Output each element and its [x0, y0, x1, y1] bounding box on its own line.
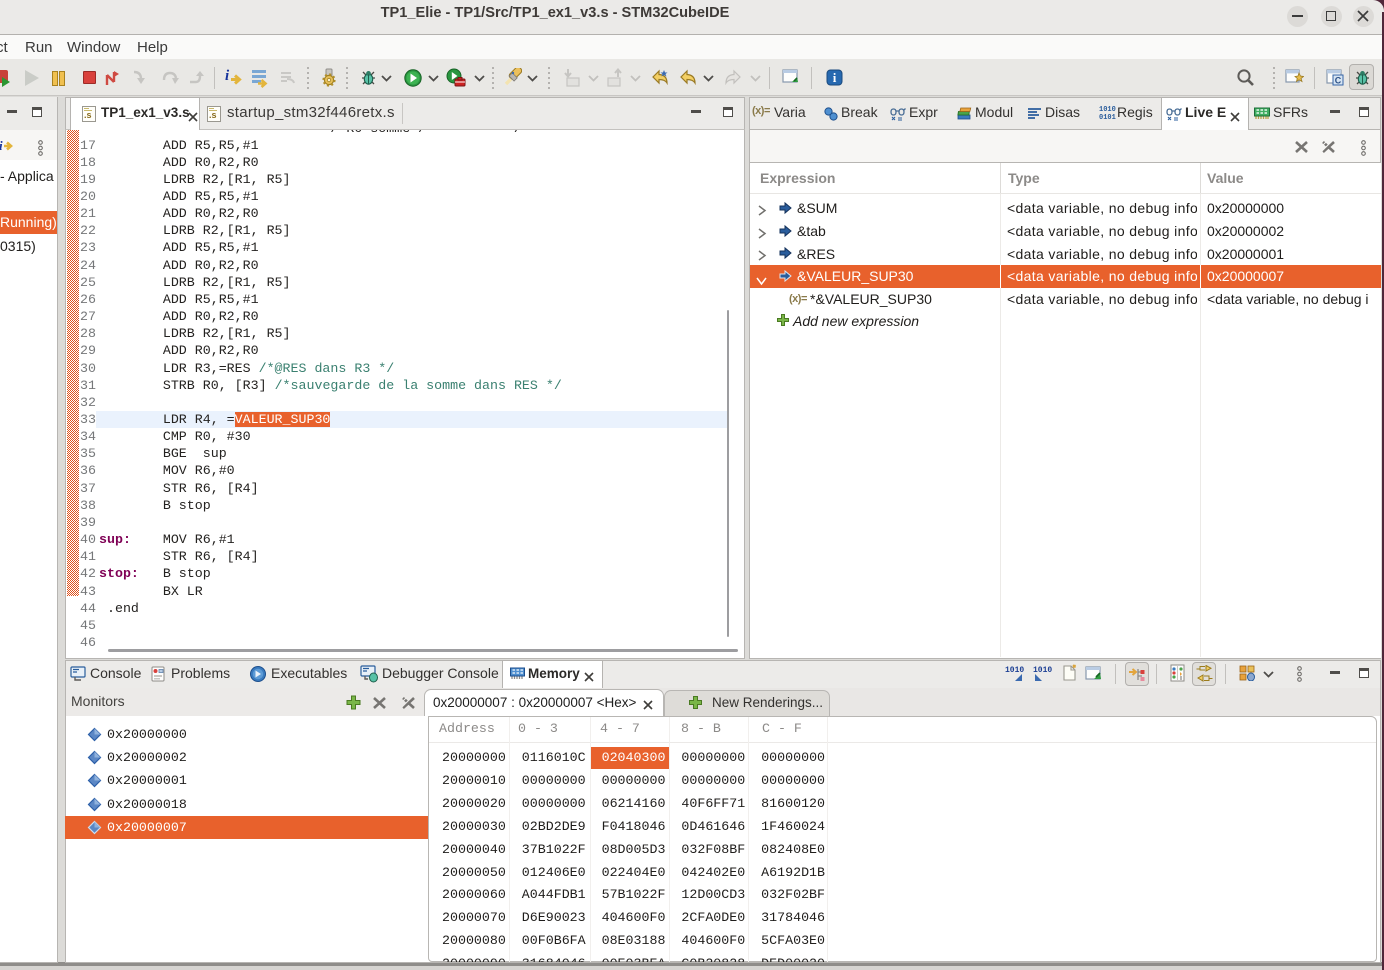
svg-text:i: i — [0, 138, 3, 153]
svg-text:.s: .s — [84, 110, 92, 120]
svg-text:.s: .s — [209, 110, 217, 120]
svg-text:C: C — [1335, 76, 1342, 86]
svg-text:i: i — [833, 70, 837, 85]
